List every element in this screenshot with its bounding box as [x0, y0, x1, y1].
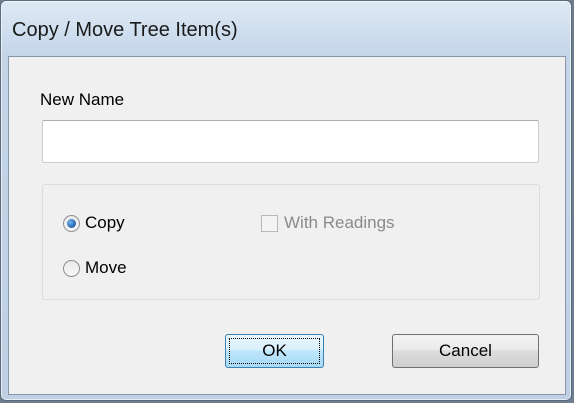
ok-button-label: OK — [262, 341, 287, 360]
cancel-button-label: Cancel — [439, 341, 492, 360]
with-readings-label: With Readings — [284, 213, 395, 232]
new-name-label: New Name — [40, 90, 125, 109]
operation-group: Copy Move With Readings — [42, 184, 540, 300]
new-name-input[interactable] — [42, 120, 539, 163]
title-bar[interactable]: Copy / Move Tree Item(s) — [1, 1, 571, 55]
with-readings-option[interactable]: With Readings — [261, 213, 395, 233]
move-radio[interactable] — [63, 259, 80, 277]
copy-radio[interactable] — [63, 214, 80, 232]
dialog-body: New Name Copy Move With Readings OK Canc… — [8, 56, 566, 395]
with-readings-checkbox[interactable] — [261, 214, 278, 232]
move-radio-label: Move — [85, 258, 127, 277]
cancel-button[interactable]: Cancel — [392, 334, 539, 368]
copy-radio-label: Copy — [85, 213, 125, 232]
move-radio-option[interactable]: Move — [63, 258, 127, 278]
ok-button[interactable]: OK — [225, 334, 324, 368]
dialog-title: Copy / Move Tree Item(s) — [12, 19, 238, 41]
copy-radio-option[interactable]: Copy — [63, 213, 125, 233]
copy-move-dialog: Copy / Move Tree Item(s) New Name Copy M… — [0, 0, 572, 401]
